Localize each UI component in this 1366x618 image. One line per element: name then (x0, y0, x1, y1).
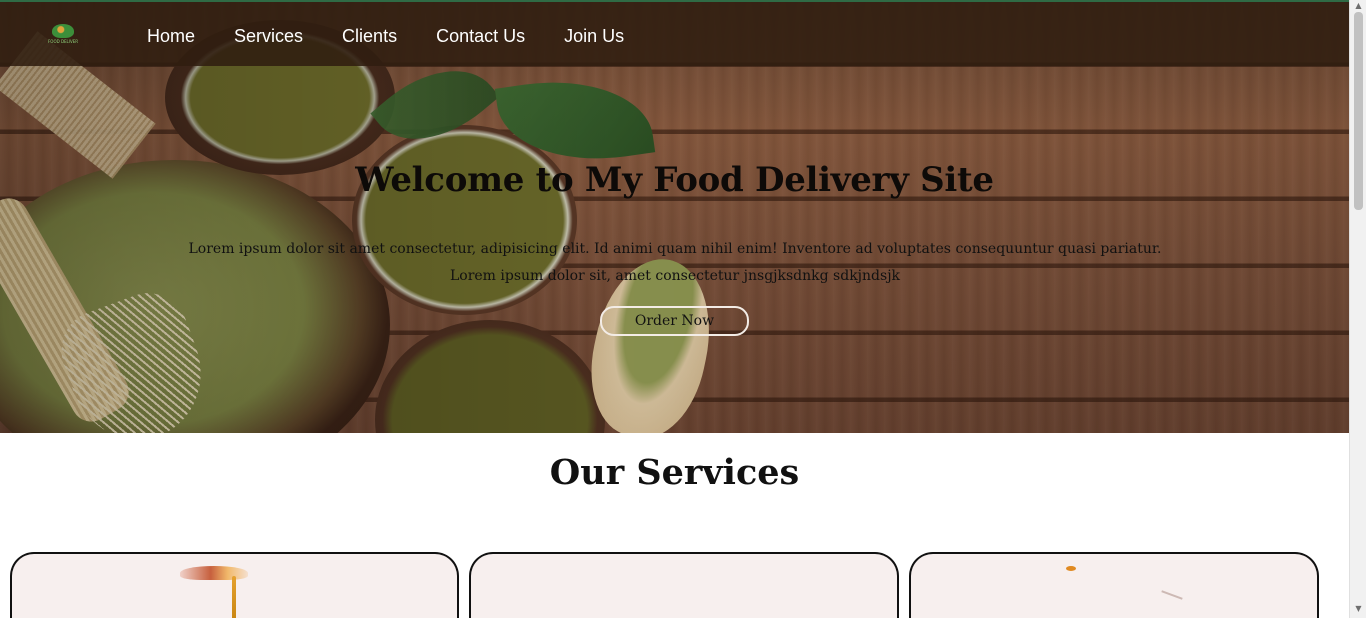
nav-menu: Home Services Clients Contact Us Join Us (147, 24, 624, 48)
logo-text: FOOD DELIVERY (48, 39, 78, 44)
scroll-up-icon[interactable]: ▲ (1354, 1, 1363, 11)
food-image (1066, 566, 1076, 571)
page: Welcome to My Food Delivery Site Lorem i… (0, 0, 1349, 618)
scrollbar-thumb[interactable] (1354, 12, 1363, 210)
nav-link-home[interactable]: Home (147, 24, 195, 48)
service-card[interactable] (909, 552, 1319, 618)
logo-icon (52, 24, 74, 38)
honey-dessert-image (180, 566, 250, 618)
scroll-down-icon[interactable]: ▼ (1354, 604, 1363, 614)
nav-link-contact-us[interactable]: Contact Us (436, 24, 525, 48)
vertical-scrollbar[interactable]: ▲ ▼ (1349, 0, 1366, 618)
services-heading: Our Services (549, 452, 800, 493)
nav-link-join-us[interactable]: Join Us (564, 24, 624, 48)
service-card[interactable] (469, 552, 899, 618)
food-image (1161, 590, 1183, 600)
petal-shape (180, 566, 248, 580)
hero-description: Lorem ipsum dolor sit amet consectetur, … (188, 241, 1162, 284)
order-now-button[interactable]: Order Now (600, 306, 749, 336)
service-card[interactable] (10, 552, 459, 618)
hero-title: Welcome to My Food Delivery Site (355, 160, 994, 200)
navbar: FOOD DELIVERY Home Services Clients Cont… (0, 0, 1349, 66)
nav-link-clients[interactable]: Clients (342, 24, 397, 48)
nav-link-services[interactable]: Services (234, 24, 303, 48)
honey-drip-shape (232, 576, 236, 618)
site-logo[interactable]: FOOD DELIVERY (48, 22, 78, 48)
